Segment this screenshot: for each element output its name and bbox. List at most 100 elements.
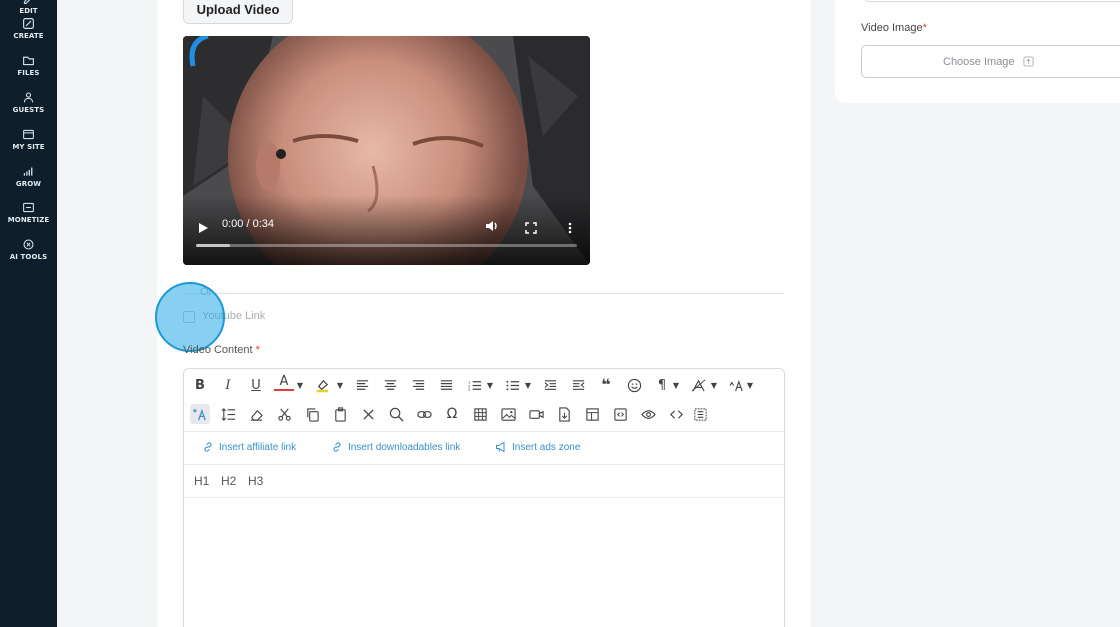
sidebar-item-monetize[interactable]: MONETIZE [0,201,57,224]
editor-content-area[interactable] [184,498,784,627]
upload-video-button[interactable]: Upload Video [183,0,293,24]
sidebar: EDIT CREATE FILES GUESTS MY SITE GROW MO… [0,0,57,627]
chevron-down-icon[interactable]: ▼ [740,375,760,395]
image-icon[interactable] [498,404,518,424]
highlight-color-icon[interactable] [312,375,332,395]
video-image-label: Video Image* [861,22,927,34]
outdent-icon[interactable] [568,375,588,395]
ai-text-icon[interactable] [190,404,210,424]
sidebar-item-ai-tools[interactable]: AI TOOLS [0,238,57,261]
grow-icon [22,165,35,180]
align-right-icon[interactable] [408,375,428,395]
rich-text-editor[interactable]: B I U A ▼ ▼ 123 ▼ ▼ ❝ ¶ ▼ ▼ ▼ Ω Insert a… [183,368,785,627]
volume-icon[interactable] [485,218,499,237]
megaphone-icon [496,441,505,453]
guests-icon [22,91,35,106]
link-icon [333,442,341,452]
insert-downloadables-link-button[interactable]: Insert downloadables link [331,441,460,453]
fullscreen-icon[interactable] [525,219,537,238]
file-icon[interactable] [554,404,574,424]
more-options-icon[interactable] [567,219,573,238]
indent-icon[interactable] [540,375,560,395]
sidebar-item-edit[interactable]: EDIT [0,0,57,15]
video-icon[interactable] [526,404,546,424]
video-progress-fill [196,244,231,247]
upload-icon [1023,56,1034,67]
insert-ads-zone-label: Insert ads zone [512,441,581,453]
blockquote-icon[interactable]: ❝ [596,374,616,394]
template-icon[interactable] [582,404,602,424]
underline-button[interactable]: U [246,375,266,395]
bold-button[interactable]: B [190,375,210,395]
choose-image-button[interactable]: Choose Image [861,45,1120,78]
sidebar-item-label: MONETIZE [7,216,50,224]
search-icon[interactable] [386,404,406,424]
insert-downloadables-link-label: Insert downloadables link [348,441,461,453]
video-image-label-text: Video Image [861,22,923,34]
sidebar-item-label: EDIT [19,7,38,15]
embed-icon[interactable] [610,404,630,424]
sidebar-item-label: FILES [17,69,40,77]
chevron-down-icon[interactable]: ▼ [290,375,310,395]
chevron-down-icon[interactable]: ▼ [480,375,500,395]
files-icon [22,54,35,69]
my-site-icon [22,128,35,143]
align-left-icon[interactable] [352,375,372,395]
emoji-icon[interactable] [624,375,644,395]
toolbar-separator [184,464,784,465]
italic-button[interactable]: I [218,375,238,395]
sidebar-item-label: CREATE [13,32,44,40]
chevron-down-icon[interactable]: ▼ [704,375,724,395]
remove-format-icon[interactable] [358,404,378,424]
sidebar-item-label: GROW [15,180,42,188]
video-content-label-text: Video Content [183,344,253,356]
chevron-down-icon[interactable]: ▼ [666,375,686,395]
align-justify-icon[interactable] [436,375,456,395]
align-center-icon[interactable] [380,375,400,395]
svg-text:3: 3 [467,388,470,392]
top-input-field[interactable] [863,0,1120,2]
link-icon[interactable] [414,404,434,424]
divider [183,293,784,294]
cut-icon[interactable] [274,404,294,424]
link-icon [204,442,212,452]
edit-icon [22,0,35,7]
table-icon[interactable] [470,404,490,424]
heading-3-button[interactable]: H3 [248,474,263,488]
monetize-icon [22,201,35,216]
insert-affiliate-link-label: Insert affiliate link [219,441,297,453]
video-progress-bar[interactable] [196,244,577,247]
video-player[interactable]: 0:00 / 0:34 [183,36,590,265]
paste-icon[interactable] [330,404,350,424]
required-mark: * [922,22,927,34]
sidebar-item-grow[interactable]: GROW [0,165,57,188]
sidebar-item-my-site[interactable]: MY SITE [0,128,57,151]
toolbar-separator [184,431,784,432]
code-view-icon[interactable] [666,404,686,424]
sidebar-item-files[interactable]: FILES [0,54,57,77]
select-all-icon[interactable] [690,404,710,424]
ai-tools-icon [22,238,35,253]
insert-ads-zone-button[interactable]: Insert ads zone [495,441,580,453]
sidebar-item-guests[interactable]: GUESTS [0,91,57,114]
play-icon[interactable] [197,219,209,238]
create-icon [22,17,35,32]
special-character-icon[interactable]: Ω [442,404,462,424]
eraser-icon[interactable] [246,404,266,424]
chevron-down-icon[interactable]: ▼ [330,375,350,395]
sidebar-item-label: MY SITE [12,143,45,151]
copy-icon[interactable] [302,404,322,424]
heading-2-button[interactable]: H2 [221,474,236,488]
line-spacing-icon[interactable] [218,404,238,424]
sidebar-item-label: GUESTS [12,106,45,114]
video-content-label: Video Content * [183,344,260,356]
insert-affiliate-link-button[interactable]: Insert affiliate link [202,441,296,453]
video-time: 0:00 / 0:34 [222,218,274,230]
click-highlight [155,282,225,352]
required-mark: * [255,344,260,356]
sidebar-item-create[interactable]: CREATE [0,17,57,40]
preview-eye-icon[interactable] [638,404,658,424]
heading-1-button[interactable]: H1 [194,474,209,488]
chevron-down-icon[interactable]: ▼ [518,375,538,395]
choose-image-label: Choose Image [943,55,1015,68]
